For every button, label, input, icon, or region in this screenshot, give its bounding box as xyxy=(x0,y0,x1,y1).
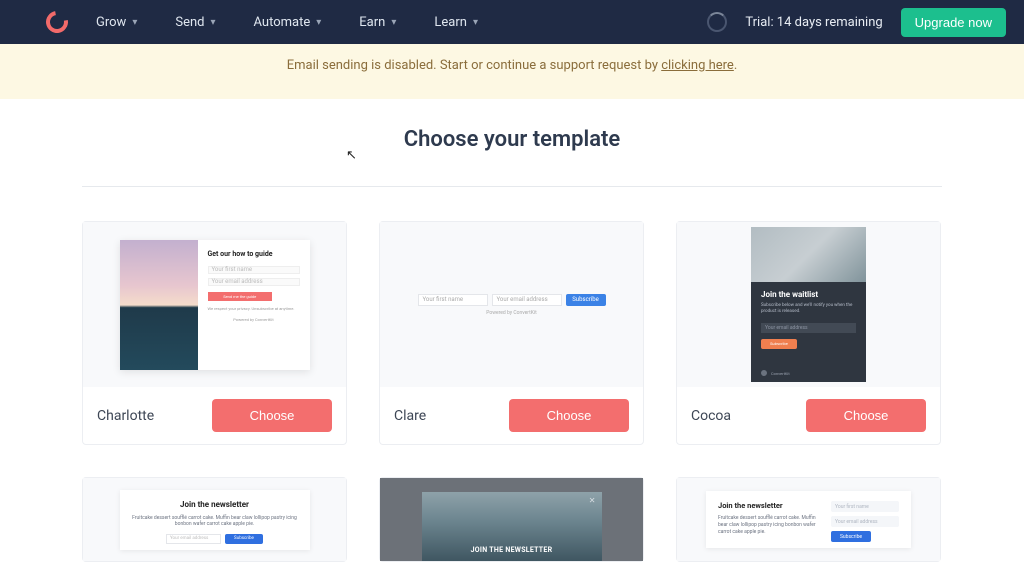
choose-button[interactable]: Choose xyxy=(806,399,926,432)
preview-subtext: Fruitcake dessert soufflé carrot cake. M… xyxy=(718,515,821,535)
nav-item-learn[interactable]: Learn ▾ xyxy=(434,15,478,30)
template-card-clare: Your first name Your email address Subsc… xyxy=(379,221,644,445)
preview-button: Subscribe xyxy=(761,339,797,349)
upgrade-button[interactable]: Upgrade now xyxy=(901,8,1006,37)
loading-icon xyxy=(707,12,727,32)
nav-item-grow[interactable]: Grow ▾ xyxy=(96,15,137,30)
preview-field: Your email address xyxy=(166,534,221,544)
preview-heading: Join the newsletter xyxy=(718,501,821,510)
preview-field: Your email address xyxy=(208,278,300,286)
banner-link[interactable]: clicking here xyxy=(661,58,734,73)
preview-field: Your first name xyxy=(831,501,899,512)
template-name: Charlotte xyxy=(97,408,154,424)
template-preview[interactable]: Get our how to guide Your first name You… xyxy=(83,222,346,387)
choose-button[interactable]: Choose xyxy=(509,399,629,432)
alert-banner: Email sending is disabled. Start or cont… xyxy=(0,44,1024,99)
page-title: Choose your template xyxy=(0,127,1024,152)
banner-text-after: . xyxy=(734,58,737,73)
divider xyxy=(82,186,942,187)
chevron-down-icon: ▾ xyxy=(473,17,478,28)
top-nav: Grow ▾ Send ▾ Automate ▾ Earn ▾ Learn ▾ Trial… xyxy=(0,0,1024,44)
template-grid-row2: Join the newsletter Fruitcake dessert so… xyxy=(82,477,942,562)
template-name: Clare xyxy=(394,408,426,424)
template-preview[interactable]: Join the waitlist Subscribe below and we… xyxy=(677,222,940,387)
template-card-cocoa: Join the waitlist Subscribe below and we… xyxy=(676,221,941,445)
preview-heading: JOIN THE NEWSLETTER xyxy=(422,546,602,554)
choose-button[interactable]: Choose xyxy=(212,399,332,432)
preview-powered: Powered by ConvertKit xyxy=(208,317,300,322)
nav-right: Trial: 14 days remaining Upgrade now xyxy=(707,8,1006,37)
template-preview[interactable]: Join the newsletter Fruitcake dessert so… xyxy=(677,478,940,561)
chevron-down-icon: ▾ xyxy=(316,17,321,28)
template-card: ✕ JOIN THE NEWSLETTER xyxy=(379,477,644,562)
preview-button: Subscribe xyxy=(225,534,263,544)
nav-item-send[interactable]: Send ▾ xyxy=(175,15,215,30)
nav-label: Grow xyxy=(96,15,126,30)
preview-button: Subscribe xyxy=(831,531,871,542)
brand-logo-icon[interactable] xyxy=(42,7,73,38)
preview-powered: Powered by ConvertKit xyxy=(486,310,536,316)
nav-item-automate[interactable]: Automate ▾ xyxy=(254,15,322,30)
preview-button: Subscribe xyxy=(566,294,606,306)
preview-field: Your first name xyxy=(418,294,488,306)
nav-items: Grow ▾ Send ▾ Automate ▾ Earn ▾ Learn ▾ xyxy=(96,15,478,30)
nav-label: Earn xyxy=(359,15,385,30)
trial-status: Trial: 14 days remaining xyxy=(745,15,882,30)
nav-label: Automate xyxy=(254,15,311,30)
preview-subtext: Fruitcake dessert soufflé carrot cake. M… xyxy=(132,515,298,528)
preview-field: Your email address xyxy=(761,323,856,333)
preview-button: Send me the guide xyxy=(208,292,272,301)
close-icon: ✕ xyxy=(589,496,596,505)
preview-field: Your email address xyxy=(492,294,562,306)
preview-image xyxy=(120,240,198,370)
template-card: Join the newsletter Fruitcake dessert so… xyxy=(676,477,941,562)
template-card-charlotte: Get our how to guide Your first name You… xyxy=(82,221,347,445)
template-card: Join the newsletter Fruitcake dessert so… xyxy=(82,477,347,562)
chevron-down-icon: ▾ xyxy=(210,17,215,28)
nav-label: Send xyxy=(175,15,204,30)
template-preview[interactable]: Join the newsletter Fruitcake dessert so… xyxy=(83,478,346,561)
nav-item-earn[interactable]: Earn ▾ xyxy=(359,15,396,30)
template-preview[interactable]: Your first name Your email address Subsc… xyxy=(380,222,643,387)
nav-label: Learn xyxy=(434,15,467,30)
preview-heading: Join the waitlist xyxy=(761,290,856,299)
chevron-down-icon: ▾ xyxy=(132,17,137,28)
template-name: Cocoa xyxy=(691,408,731,424)
logo-dot-icon xyxy=(761,370,767,376)
preview-privacy: We respect your privacy. Unsubscribe at … xyxy=(208,306,300,311)
preview-subtext: Subscribe below and we'll notify you whe… xyxy=(761,303,856,315)
template-grid: Get our how to guide Your first name You… xyxy=(82,221,942,445)
banner-text: Email sending is disabled. Start or cont… xyxy=(287,58,661,73)
preview-field: Your first name xyxy=(208,266,300,274)
chevron-down-icon: ▾ xyxy=(391,17,396,28)
preview-field: Your email address xyxy=(831,516,899,527)
preview-powered: ConvertKit xyxy=(771,371,790,376)
preview-image xyxy=(751,227,866,282)
preview-heading: Join the newsletter xyxy=(132,500,298,509)
template-preview[interactable]: ✕ JOIN THE NEWSLETTER xyxy=(380,478,643,561)
preview-heading: Get our how to guide xyxy=(208,250,300,258)
